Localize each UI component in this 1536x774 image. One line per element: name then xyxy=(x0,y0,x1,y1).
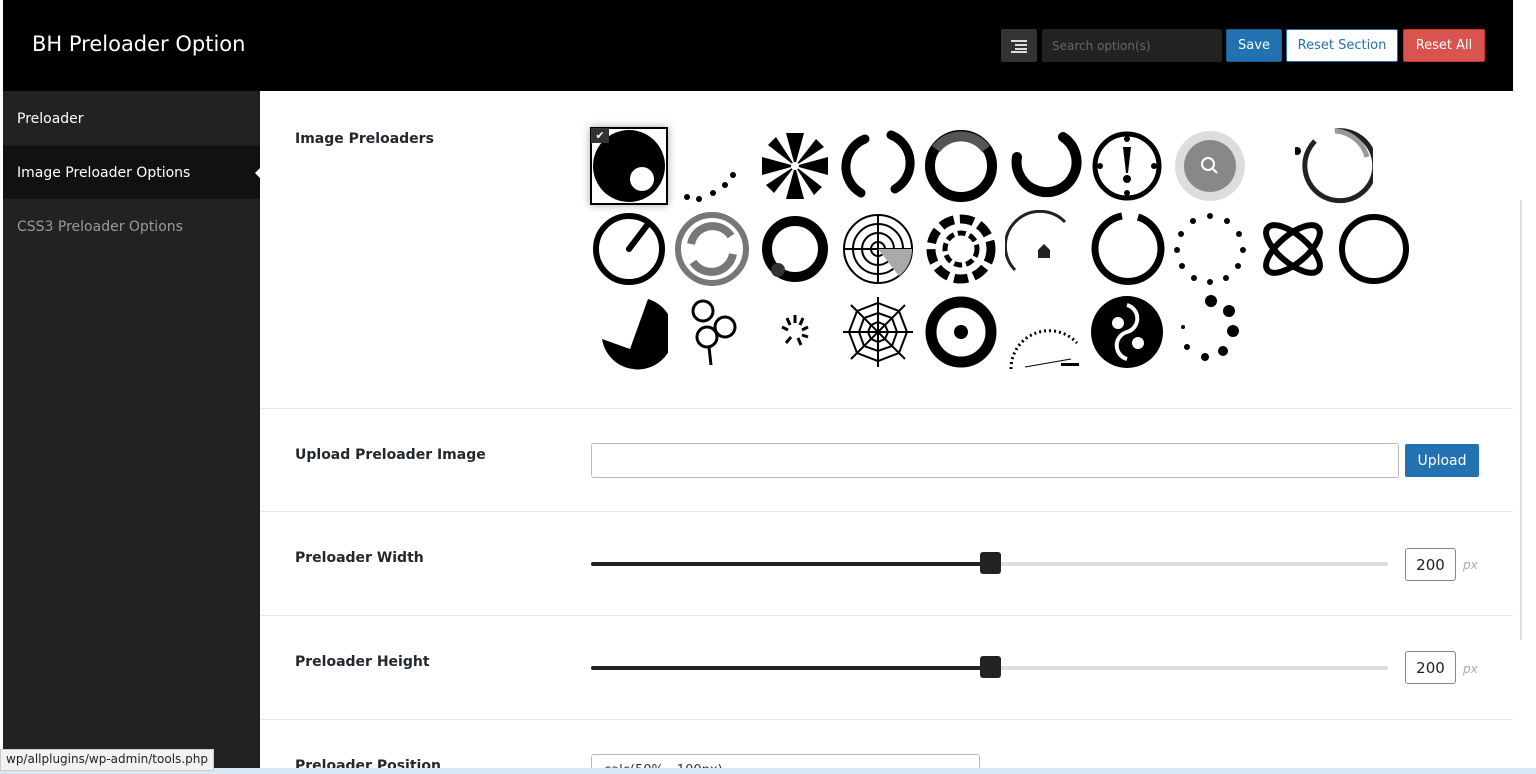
preloader-option[interactable] xyxy=(1005,127,1083,205)
check-icon: ✔ xyxy=(591,128,609,143)
divider xyxy=(260,511,1513,512)
preloader-option[interactable] xyxy=(922,210,1000,288)
width-slider-fill xyxy=(591,562,990,566)
header-bar: BH Preloader Option Save Reset Section R… xyxy=(3,0,1513,91)
reset-all-button[interactable]: Reset All xyxy=(1403,29,1485,62)
preloader-width-label: Preloader Width xyxy=(295,550,424,566)
width-slider[interactable] xyxy=(591,552,1388,574)
page-scrollbar[interactable] xyxy=(1513,0,1536,774)
preloader-option[interactable] xyxy=(673,210,751,288)
upload-preloader-label: Upload Preloader Image xyxy=(295,447,486,463)
status-bar-url: wp/allplugins/wp-admin/tools.php xyxy=(0,749,214,771)
sidebar: Preloader Image Preloader Options CSS3 P… xyxy=(3,91,261,774)
expand-options-icon[interactable] xyxy=(1001,29,1037,62)
preloader-option[interactable] xyxy=(1335,210,1413,288)
width-number-input[interactable]: 200 xyxy=(1405,548,1456,581)
page-title: BH Preloader Option xyxy=(32,32,246,56)
preloader-option[interactable] xyxy=(756,293,834,371)
sidebar-item-label: CSS3 Preloader Options xyxy=(17,218,183,235)
preloader-height-label: Preloader Height xyxy=(295,654,430,670)
divider xyxy=(260,719,1513,720)
scrollbar-track xyxy=(1520,200,1522,640)
taskbar-edge xyxy=(0,768,1536,774)
width-unit: px xyxy=(1463,558,1478,572)
preloader-option[interactable] xyxy=(673,293,751,371)
save-button[interactable]: Save xyxy=(1226,29,1282,62)
sidebar-item-preloader[interactable]: Preloader xyxy=(3,93,260,146)
preloader-option-selected[interactable]: ✔ xyxy=(590,127,668,205)
preloader-option[interactable] xyxy=(1088,127,1166,205)
divider xyxy=(260,615,1513,616)
preloader-option[interactable] xyxy=(590,293,668,371)
width-slider-handle[interactable] xyxy=(979,552,1001,574)
sidebar-item-label: Image Preloader Options xyxy=(17,164,191,181)
preloader-option[interactable] xyxy=(839,127,917,205)
preloader-option[interactable] xyxy=(590,210,668,288)
divider xyxy=(260,408,1513,409)
preloader-option[interactable] xyxy=(1005,210,1083,288)
preloader-option[interactable] xyxy=(756,210,834,288)
preloader-option[interactable] xyxy=(1171,293,1249,371)
settings-page: BH Preloader Option Save Reset Section R… xyxy=(0,0,1536,774)
preloader-option[interactable] xyxy=(1295,127,1373,205)
reset-section-button[interactable]: Reset Section xyxy=(1286,29,1398,62)
height-slider[interactable] xyxy=(591,656,1388,678)
height-unit: px xyxy=(1463,662,1478,676)
preloader-option[interactable] xyxy=(922,127,1000,205)
preloader-grid: ✔ xyxy=(590,127,1420,372)
preloader-option[interactable] xyxy=(839,293,917,371)
upload-url-field[interactable] xyxy=(591,443,1399,478)
preloader-option[interactable] xyxy=(1088,210,1166,288)
preloader-option[interactable] xyxy=(922,293,1000,371)
upload-button[interactable]: Upload xyxy=(1405,444,1479,477)
sidebar-item-image-preloader-options[interactable]: Image Preloader Options xyxy=(3,146,261,199)
preloader-option[interactable] xyxy=(1254,210,1332,288)
preloader-option[interactable] xyxy=(1171,127,1249,205)
preloader-option[interactable] xyxy=(1005,293,1083,371)
options-panel: Image Preloaders ✔ Upload Preloader Imag… xyxy=(260,91,1513,774)
preloader-option[interactable] xyxy=(839,210,917,288)
preloader-option[interactable] xyxy=(1088,293,1166,371)
search-input[interactable] xyxy=(1042,29,1222,62)
preloader-option[interactable] xyxy=(756,127,834,205)
height-slider-fill xyxy=(591,666,990,670)
preloader-option[interactable] xyxy=(1171,210,1249,288)
height-slider-handle[interactable] xyxy=(979,656,1001,678)
preloader-option[interactable] xyxy=(673,127,751,205)
image-preloaders-label: Image Preloaders xyxy=(295,131,434,147)
height-number-input[interactable]: 200 xyxy=(1405,651,1456,684)
sidebar-item-label: Preloader xyxy=(17,111,84,127)
sidebar-item-css3-preloader-options[interactable]: CSS3 Preloader Options xyxy=(3,200,260,253)
